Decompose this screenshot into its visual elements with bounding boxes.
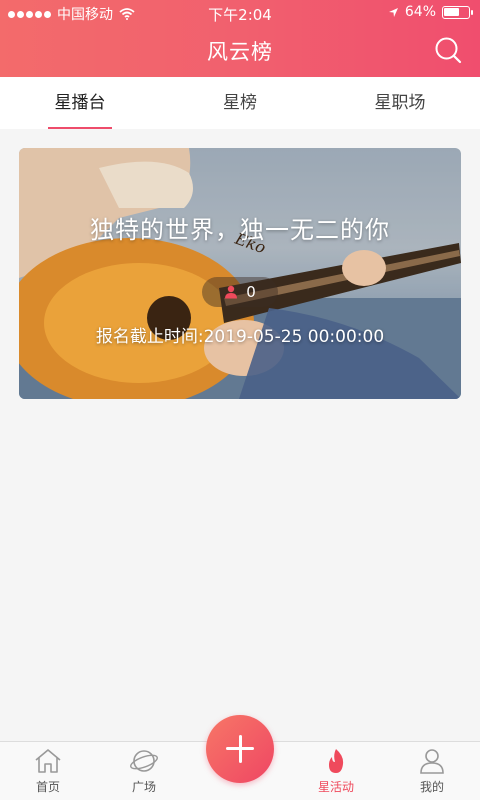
tab-1[interactable]: 星榜 bbox=[160, 77, 320, 129]
top-tabs: 星播台 星榜 星职场 bbox=[0, 77, 480, 129]
create-button[interactable] bbox=[206, 715, 274, 783]
tab-mine-label: 我的 bbox=[419, 780, 444, 794]
tab-home-label: 首页 bbox=[35, 780, 60, 794]
card-deadline: 报名截止时间:2019-05-25 00:00:00 bbox=[95, 327, 385, 347]
tab-2[interactable]: 星职场 bbox=[320, 77, 480, 129]
user-icon bbox=[225, 285, 238, 299]
search-icon[interactable] bbox=[434, 36, 462, 64]
tab-mine[interactable]: 我的 bbox=[384, 748, 480, 795]
location-arrow-icon bbox=[388, 7, 398, 17]
header: 中国移动 下午2:04 64% 风云榜 bbox=[0, 0, 480, 77]
tab-0[interactable]: 星播台 bbox=[0, 77, 160, 129]
tab-home[interactable]: 首页 bbox=[0, 748, 96, 795]
tab-square-label: 广场 bbox=[131, 780, 156, 794]
status-right: 64% bbox=[388, 4, 473, 20]
tab-square[interactable]: 广场 bbox=[96, 748, 192, 795]
user-icon bbox=[420, 749, 444, 774]
participant-count: 0 bbox=[246, 283, 256, 301]
planet-icon bbox=[130, 750, 158, 772]
card-title: 独特的世界，独一无二的你 bbox=[90, 216, 390, 244]
home-icon bbox=[35, 749, 61, 773]
participant-count-badge: 0 bbox=[202, 277, 278, 307]
battery-percent: 64% bbox=[404, 4, 436, 20]
activity-card[interactable]: Eko 独特的世界，独一无二的你 0 报名截止时间:2019-05-25 00:… bbox=[19, 148, 461, 399]
tab-star-activity-label: 星活动 bbox=[317, 780, 354, 794]
battery-icon bbox=[442, 5, 473, 19]
tab-star-activity[interactable]: 星活动 bbox=[288, 748, 384, 795]
flame-icon bbox=[329, 749, 344, 773]
status-bar: 中国移动 下午2:04 64% bbox=[0, 0, 480, 26]
page-title: 风云榜 bbox=[207, 40, 273, 64]
card-background-image: Eko bbox=[19, 148, 461, 399]
